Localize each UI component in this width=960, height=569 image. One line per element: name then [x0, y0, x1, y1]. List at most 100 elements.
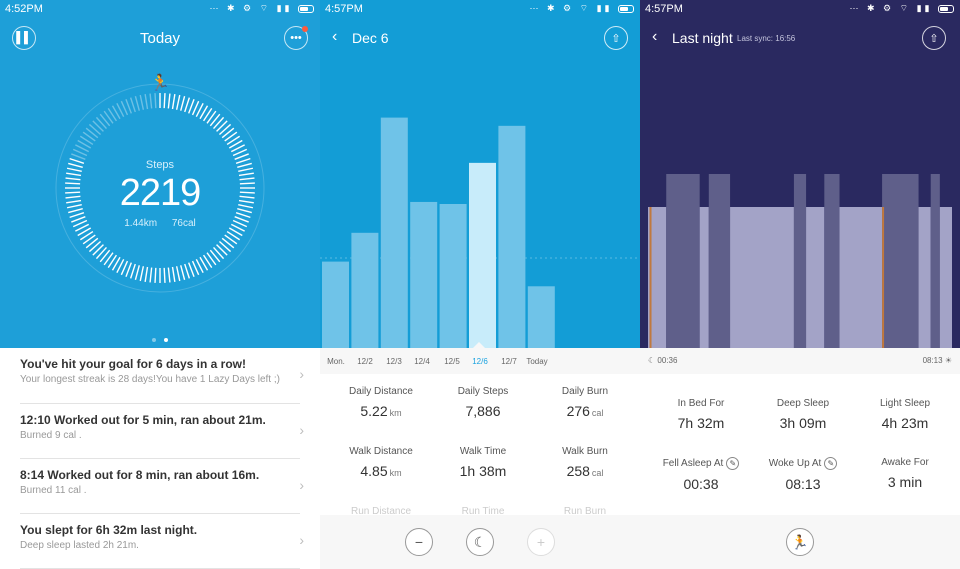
- page-title: Last night: [672, 30, 733, 46]
- minus-icon[interactable]: −: [405, 528, 433, 556]
- feed-item[interactable]: You slept for 6h 32m last night. Deep sl…: [20, 514, 304, 569]
- sleep-segment-awake: [649, 207, 652, 348]
- bar-12-2[interactable]: [351, 232, 379, 348]
- date-tick[interactable]: 12/3: [386, 357, 402, 366]
- activity-feed: You've hit your goal for 6 days in a row…: [0, 348, 320, 569]
- page-dot[interactable]: [152, 338, 156, 342]
- feed-item[interactable]: 8:14 Worked out for 8 min, ran about 16m…: [20, 459, 304, 514]
- stat-label: Daily Steps: [457, 386, 509, 397]
- back-icon[interactable]: ‹: [652, 28, 657, 46]
- stat-unit: cal: [591, 408, 604, 418]
- ring-tick-filled: [175, 266, 181, 282]
- date-tick[interactable]: 12/7: [501, 357, 517, 366]
- bar-12-4[interactable]: [410, 201, 438, 348]
- ring-tick-filled: [144, 266, 149, 282]
- moon-icon[interactable]: ☾: [466, 528, 494, 556]
- date-tick[interactable]: Mon.: [327, 357, 345, 366]
- ring-tick-empty: [139, 94, 145, 110]
- status-time: 4:57PM: [325, 3, 363, 15]
- bottom-action-bar: − ☾ +: [320, 515, 640, 569]
- sleep-start: ☾ 00:36: [648, 356, 677, 365]
- sleep-screen: 4:57PM ⋯ ✱ ⚙ ⌔ ▮▮ ‹ Last night Last sync…: [640, 0, 960, 569]
- sleep-start-time: 00:36: [657, 356, 678, 365]
- ring-tick-filled: [188, 99, 195, 114]
- date-tick[interactable]: 12/6: [472, 357, 488, 366]
- sleep-end: 08:13 ☀: [923, 356, 952, 365]
- sleep-segment-deep: [882, 174, 919, 348]
- chevron-right-icon: ›: [299, 532, 304, 548]
- bar-12-3[interactable]: [380, 117, 408, 348]
- steps-bar-chart: [320, 117, 640, 348]
- bar-Today[interactable]: [527, 286, 555, 348]
- stat-cell: Walk Distance 4.85 km: [328, 446, 434, 479]
- runner-button-icon[interactable]: 🏃: [786, 528, 814, 556]
- bar-12-5[interactable]: [439, 204, 467, 348]
- stat-value: 5.22 km: [360, 403, 402, 419]
- ring-tick-filled: [163, 93, 166, 109]
- page-dot-active[interactable]: [164, 338, 168, 342]
- bar-12-7[interactable]: [498, 125, 526, 348]
- ring-tick-filled: [171, 94, 176, 110]
- ring-tick-empty: [154, 93, 157, 109]
- stat-label: Fell Asleep At ✎: [648, 457, 754, 470]
- date-tick[interactable]: Today: [526, 357, 547, 366]
- edit-icon[interactable]: ✎: [824, 457, 838, 470]
- page-title: Today: [139, 30, 181, 47]
- ring-tick-filled: [154, 267, 157, 283]
- date-tick[interactable]: 12/4: [414, 357, 430, 366]
- distance-value: 1.44km: [124, 218, 158, 229]
- sleep-segment-deep: [824, 174, 840, 348]
- date-tick[interactable]: 12/2: [357, 357, 373, 366]
- stat-cell: Walk Time 1h 38m: [430, 446, 536, 479]
- sleep-segment-light: [918, 207, 931, 348]
- ring-tick-filled: [180, 96, 186, 111]
- moon-small-icon: ☾: [648, 356, 656, 365]
- ring-tick-empty: [134, 96, 140, 111]
- ring-tick-filled: [184, 97, 191, 113]
- chevron-right-icon: ›: [299, 477, 304, 493]
- ring-tick-filled: [180, 265, 186, 280]
- sleep-segment-light: [699, 207, 709, 348]
- stat-cell: Deep Sleep 3h 09m: [750, 398, 856, 431]
- feed-item-title: You've hit your goal for 6 days in a row…: [20, 357, 247, 371]
- day-detail-screen: 4:57PM ⋯ ✱ ⚙ ⌔ ▮▮ ‹ Dec 6 ⇧ Mon. 12/2 12/3…: [320, 0, 640, 569]
- today-header: 4:52PM ⋯ ✱ ⚙ ⌔ ▮▮ ▌▌ Today ••• 🏃 Steps 2…: [0, 0, 320, 348]
- ring-tick-filled: [175, 94, 181, 110]
- stat-label: In Bed For: [677, 398, 725, 409]
- stat-cell: Woke Up At ✎ 08:13: [750, 457, 856, 492]
- feed-item[interactable]: You've hit your goal for 6 days in a row…: [20, 348, 304, 404]
- ring-tick-filled: [134, 265, 140, 280]
- status-icons: ⋯ ✱ ⚙ ⌔ ▮▮: [210, 3, 314, 14]
- edit-icon[interactable]: ✎: [726, 457, 740, 470]
- stat-label: Walk Distance: [349, 446, 413, 457]
- last-sync-text: Last sync: 16:56: [737, 34, 796, 43]
- ring-tick-filled: [184, 263, 191, 279]
- stat-unit: km: [389, 468, 402, 478]
- sleep-segment-deep: [708, 174, 731, 348]
- ring-tick-empty: [144, 94, 149, 110]
- feed-item-title: 8:14 Worked out for 8 min, ran about 16m…: [20, 468, 260, 482]
- sleep-stage-chart: [648, 174, 952, 348]
- page-indicator: [0, 329, 320, 347]
- share-icon[interactable]: ⇧: [922, 26, 946, 50]
- back-icon[interactable]: ‹: [332, 28, 337, 46]
- sun-icon: ☀: [944, 356, 952, 365]
- battery-icon: [938, 4, 954, 13]
- stat-value: 3h 09m: [779, 415, 827, 431]
- steps-count: 2219: [119, 172, 202, 214]
- ring-tick-filled: [167, 267, 171, 283]
- stat-label: Deep Sleep: [776, 398, 830, 409]
- stat-label: Daily Distance: [349, 386, 413, 397]
- plus-icon[interactable]: +: [527, 528, 555, 556]
- bar-Mon[interactable]: [322, 261, 349, 348]
- stat-cell: Awake For 3 min: [852, 457, 958, 490]
- steps-label: Steps: [145, 159, 175, 171]
- bar-12-6[interactable]: [469, 162, 496, 348]
- share-icon[interactable]: ⇧: [604, 26, 628, 50]
- sleep-segment-deep: [930, 174, 940, 348]
- date-tick[interactable]: 12/5: [444, 357, 460, 366]
- stat-value: 258 cal: [566, 463, 604, 479]
- stat-label: Daily Burn: [561, 386, 609, 397]
- feed-item[interactable]: 12:10 Worked out for 5 min, ran about 21…: [20, 404, 304, 459]
- day-chart-area: 4:57PM ⋯ ✱ ⚙ ⌔ ▮▮ ‹ Dec 6 ⇧: [320, 0, 640, 348]
